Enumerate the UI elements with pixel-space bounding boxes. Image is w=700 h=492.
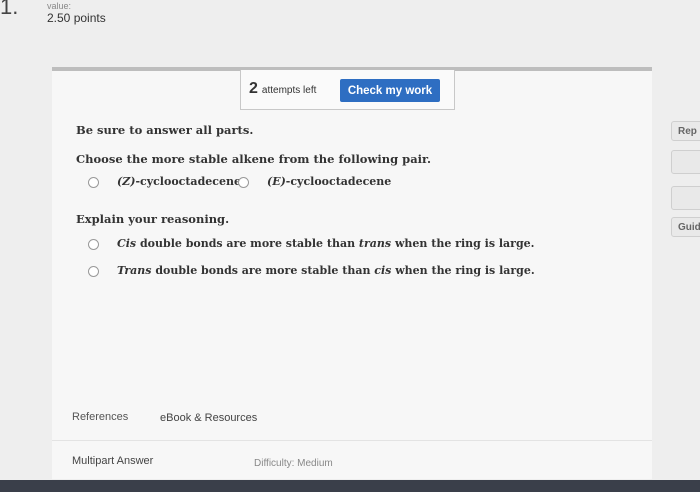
question-prompt: Choose the more stable alkene from the f… — [76, 152, 432, 166]
attempts-count: 2 — [249, 80, 258, 97]
reason-trans-radio[interactable] — [88, 266, 99, 277]
check-my-work-button[interactable]: Check my work — [340, 79, 440, 102]
reason-cis-word2: trans — [358, 237, 392, 250]
sidebar-button-3[interactable] — [671, 186, 700, 210]
instruction-text: Be sure to answer all parts. — [76, 123, 254, 137]
sidebar-button-2[interactable] — [671, 150, 700, 174]
difficulty-label: Difficulty: Medium — [254, 458, 333, 469]
choice-e-suffix: -cyclooctadecene — [285, 175, 392, 188]
choice-z-prefix: (Z) — [117, 175, 136, 188]
report-button[interactable]: Rep — [671, 121, 700, 141]
reason-cis-end: when the ring is large. — [391, 237, 535, 250]
choice-z-suffix: -cyclooctadecene — [135, 175, 241, 188]
footer-divider — [52, 440, 652, 441]
choice-z-label[interactable]: (Z)-cyclooctadecene — [117, 175, 241, 188]
reason-cis-label[interactable]: Cis double bonds are more stable than tr… — [117, 237, 534, 250]
reason-trans-end: when the ring is large. — [391, 264, 535, 277]
choice-z-radio[interactable] — [88, 177, 99, 188]
choice-e-prefix: (E) — [267, 175, 286, 188]
attempts-label: attempts left — [261, 85, 317, 96]
question-type: Multipart Answer — [72, 455, 154, 467]
reason-trans-label[interactable]: Trans double bonds are more stable than … — [117, 264, 535, 277]
value-label: value: — [47, 1, 72, 11]
reason-trans-word1: Trans — [117, 264, 152, 277]
reason-cis-radio[interactable] — [88, 239, 99, 250]
reason-cis-word1: Cis — [117, 237, 137, 250]
points-value: 2.50 points — [47, 11, 106, 25]
explain-prompt: Explain your reasoning. — [76, 212, 230, 226]
attempts-left: 2 attempts left — [249, 80, 316, 98]
reason-cis-mid: double bonds are more stable than — [136, 237, 359, 250]
tab-ebook-resources[interactable]: eBook & Resources — [160, 412, 257, 424]
choice-e-radio[interactable] — [238, 177, 249, 188]
tab-references[interactable]: References — [72, 411, 128, 423]
guide-button[interactable]: Guid — [671, 217, 700, 237]
reason-trans-word2: cis — [374, 264, 392, 277]
reason-trans-mid: double bonds are more stable than — [151, 264, 375, 277]
question-number: 1. — [0, 0, 19, 19]
choice-e-label[interactable]: (E)-cyclooctadecene — [267, 175, 391, 188]
bottom-bar — [0, 480, 700, 492]
